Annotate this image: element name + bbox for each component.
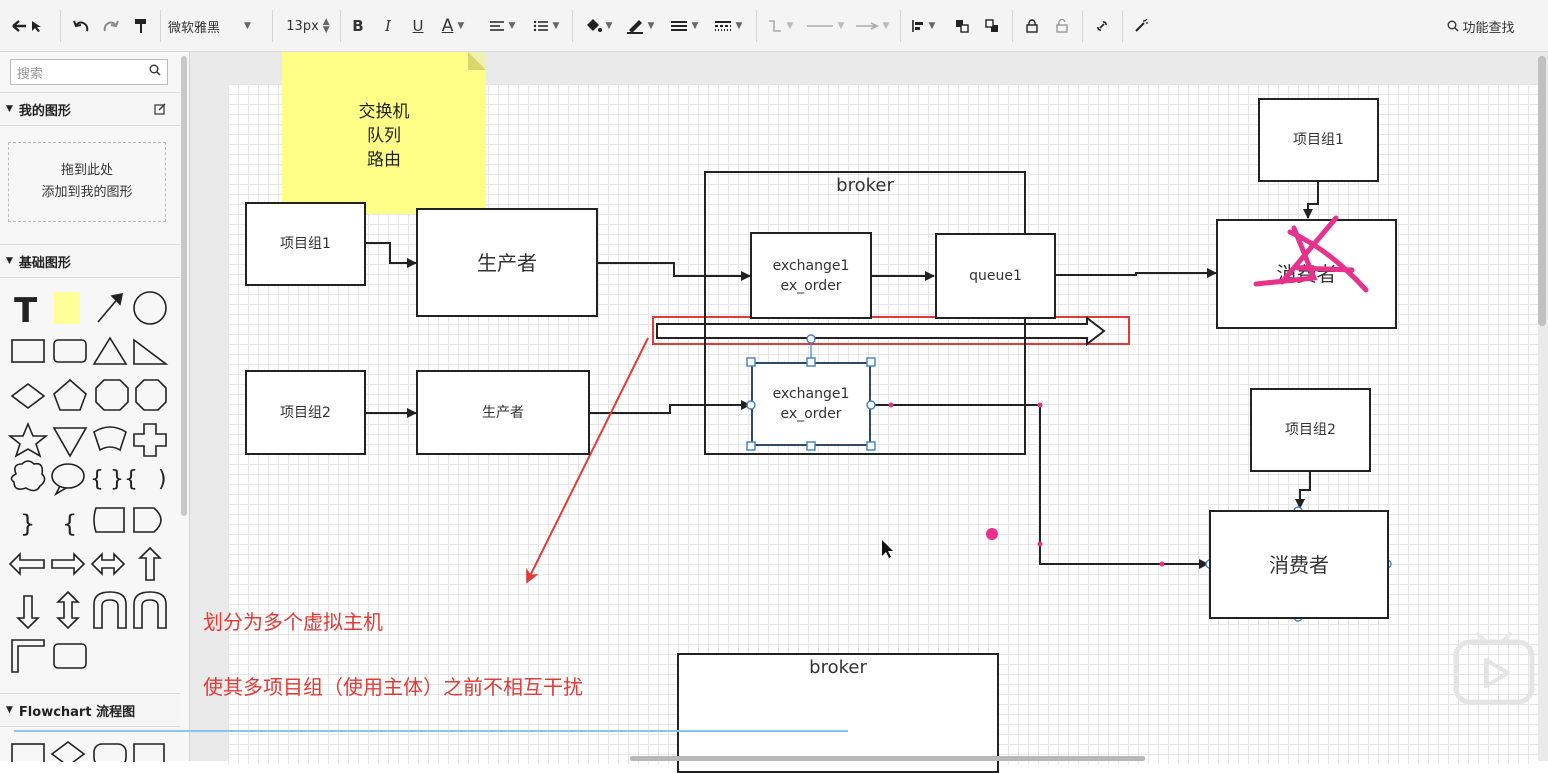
note-line-routing: 路由	[367, 150, 401, 170]
broker-container-2[interactable]: broker	[677, 653, 999, 773]
play-watermark-icon	[1453, 632, 1535, 705]
exchange-name: exchange1	[772, 257, 850, 274]
connector-group2-consumer2	[1295, 472, 1311, 509]
annotation-isolation: 使其多项目组（使用主体）之前不相互干扰	[203, 675, 583, 699]
laser-pointer-dot	[986, 528, 998, 540]
connector-group1-consumer1	[1303, 182, 1319, 219]
project-group-1-right[interactable]: 项目组1	[1258, 98, 1379, 182]
broker-label: broker	[809, 657, 867, 678]
connector-group1-producer1	[366, 242, 417, 268]
consumer-2[interactable]: 消费者	[1209, 510, 1389, 619]
exchange-name: exchange1	[772, 386, 850, 402]
connector-queue-consumer1	[1056, 268, 1217, 278]
note-fold-corner	[468, 52, 486, 70]
note-line-exchange: 交换机	[358, 102, 410, 122]
sticky-note[interactable]: 交换机 队列 路由	[282, 52, 486, 214]
annotation-virtual-hosts: 划分为多个虚拟主机	[203, 610, 383, 634]
exchange-box-top[interactable]: exchange1 ex_order	[750, 232, 872, 319]
producer-2[interactable]: 生产者	[416, 370, 590, 455]
queue-box[interactable]: queue1	[935, 233, 1056, 319]
exchange-alias: ex_order	[780, 277, 842, 294]
broker-label: broker	[836, 175, 894, 196]
exchange-alias: ex_order	[780, 406, 842, 422]
producer-1[interactable]: 生产者	[416, 208, 598, 317]
project-group-1-left[interactable]: 项目组1	[245, 202, 366, 286]
exchange-box-bottom-selected[interactable]: exchange1 ex_order	[751, 362, 871, 446]
mouse-cursor-icon	[882, 540, 893, 558]
note-line-queue: 队列	[367, 126, 401, 146]
canvas-horizontal-scrollbar[interactable]	[630, 756, 1145, 761]
video-progress-line	[14, 730, 848, 732]
consumer-1[interactable]: 消费者	[1216, 219, 1397, 329]
project-group-2-right[interactable]: 项目组2	[1250, 388, 1371, 472]
project-group-2-left[interactable]: 项目组2	[245, 370, 366, 455]
canvas-vertical-scrollbar[interactable]	[1538, 56, 1546, 326]
